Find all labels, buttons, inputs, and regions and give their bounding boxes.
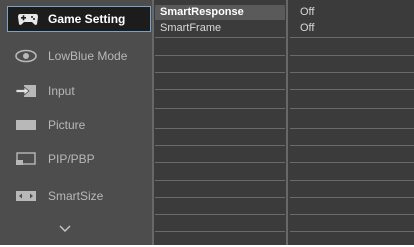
input-arrow-icon: [14, 83, 38, 99]
row-separator: [290, 231, 414, 232]
row-separator: [290, 108, 414, 109]
chevron-down-icon[interactable]: [56, 222, 74, 234]
row-separator: [155, 128, 285, 129]
picture-icon: [14, 117, 38, 133]
row-separator: [290, 128, 414, 129]
row-separator: [155, 214, 285, 215]
main-menu-sidebar: Game Setting LowBlue Mode Input Picture …: [0, 0, 152, 245]
menu-item-input[interactable]: Input: [0, 74, 152, 108]
menu-item-label: Input: [48, 84, 75, 98]
smartframe-value[interactable]: Off: [290, 21, 414, 36]
row-separator: [290, 197, 414, 198]
pip-icon: [14, 151, 38, 167]
row-separator: [155, 180, 285, 181]
menu-item-label: Picture: [48, 118, 86, 132]
submenu-item-smartresponse[interactable]: SmartResponse: [155, 5, 285, 20]
row-separator: [155, 108, 285, 109]
row-separator: [290, 145, 414, 146]
row-separator: [155, 145, 285, 146]
menu-item-smartsize[interactable]: SmartSize: [0, 179, 152, 213]
row-separator: [290, 72, 414, 73]
row-separator: [290, 37, 414, 38]
menu-item-label: PIP/PBP: [48, 152, 95, 166]
osd-window: Game Setting LowBlue Mode Input Picture …: [0, 0, 414, 245]
row-separator: [155, 55, 285, 56]
row-separator: [155, 72, 285, 73]
gamepad-icon: [16, 11, 40, 27]
menu-item-label: Game Setting: [48, 12, 126, 26]
row-separator: [155, 89, 285, 90]
smartresponse-value[interactable]: Off: [290, 5, 414, 20]
row-separator: [290, 162, 414, 163]
row-separator: [290, 214, 414, 215]
smartsize-icon: [14, 188, 38, 204]
row-separator: [155, 162, 285, 163]
menu-item-label: LowBlue Mode: [48, 49, 128, 63]
row-separator: [290, 55, 414, 56]
menu-item-lowblue-mode[interactable]: LowBlue Mode: [0, 39, 152, 73]
row-separator: [155, 231, 285, 232]
row-separator: [290, 89, 414, 90]
menu-item-picture[interactable]: Picture: [0, 108, 152, 142]
menu-item-game-setting[interactable]: Game Setting: [7, 6, 151, 32]
row-separator: [155, 37, 285, 38]
row-separator: [155, 197, 285, 198]
submenu-item-smartframe[interactable]: SmartFrame: [155, 21, 285, 36]
eye-icon: [14, 48, 38, 64]
menu-item-label: SmartSize: [48, 189, 104, 203]
row-separator: [290, 180, 414, 181]
menu-item-pip-pbp[interactable]: PIP/PBP: [0, 142, 152, 176]
